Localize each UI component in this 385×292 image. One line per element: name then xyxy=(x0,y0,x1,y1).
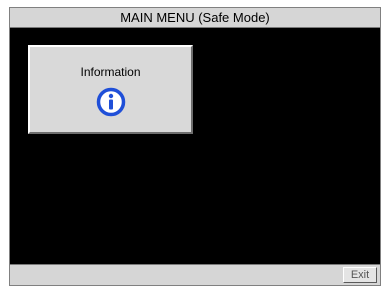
information-label: Information xyxy=(80,65,141,79)
title-bar: MAIN MENU (Safe Mode) xyxy=(10,8,380,28)
status-bar: Exit xyxy=(10,264,380,285)
menu-area: Information xyxy=(10,28,380,266)
info-icon xyxy=(96,87,126,117)
information-button[interactable]: Information xyxy=(28,45,193,134)
main-menu-window: MAIN MENU (Safe Mode) Information Exit xyxy=(9,7,381,286)
window-title: MAIN MENU (Safe Mode) xyxy=(120,10,270,25)
exit-button[interactable]: Exit xyxy=(343,267,377,283)
